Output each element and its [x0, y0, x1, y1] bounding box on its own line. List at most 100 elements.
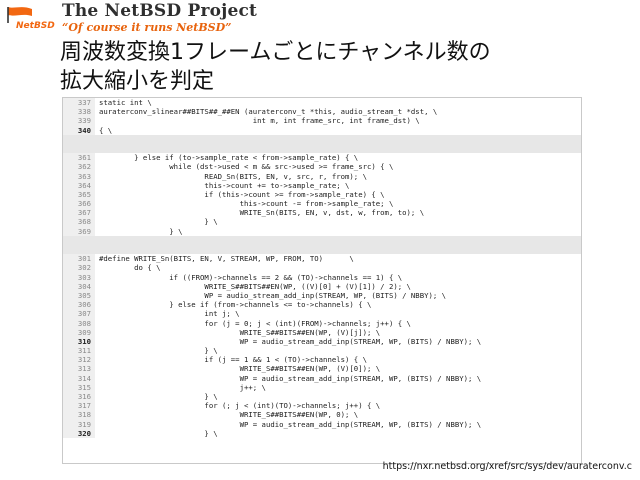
code-line: 302 do { \: [63, 263, 581, 273]
code-text: if (j == 1 && 1 < (TO)->channels) { \: [99, 355, 367, 365]
project-subtitle: “Of course it runs NetBSD”: [62, 21, 232, 34]
line-number[interactable]: 304: [63, 281, 95, 291]
line-number[interactable]: 311: [63, 346, 95, 356]
line-number[interactable]: 340: [63, 125, 95, 135]
line-number[interactable]: 303: [63, 272, 95, 282]
code-line: 340 { \: [63, 125, 581, 135]
code-text: WP = audio_stream_add_inp(STREAM, WP, (B…: [99, 336, 482, 346]
slide-title-line-2: 拡大縮小を判定: [60, 69, 215, 94]
line-number[interactable]: 317: [63, 401, 95, 411]
code-text: WRITE_S##BITS##EN(WP, (V)[0]); \: [99, 364, 381, 374]
line-number[interactable]: 365: [63, 189, 95, 200]
logo-text: NetBSD: [16, 21, 55, 31]
line-number[interactable]: 363: [63, 171, 95, 181]
code-line: 366 this->count -= from->sample_rate; \: [63, 199, 581, 209]
line-number[interactable]: 319: [63, 419, 95, 429]
line-number[interactable]: 305: [63, 290, 95, 301]
line-number[interactable]: 316: [63, 392, 95, 402]
code-line: 313 WRITE_S##BITS##EN(WP, (V)[0]); \: [63, 364, 581, 374]
code-line: 320 } \: [63, 428, 581, 438]
code-line: 303 if ((FROM)->channels == 2 && (TO)->c…: [63, 272, 581, 282]
code-text: READ_Sn(BITS, EN, v, src, r, from); \: [99, 171, 367, 181]
code-line: 301 #define WRITE_Sn(BITS, EN, V, STREAM,…: [63, 254, 581, 264]
line-number[interactable]: 361: [63, 153, 95, 163]
code-text: } \: [99, 392, 218, 401]
code-text: WRITE_Sn(BITS, EN, v, dst, w, from, to);…: [99, 208, 425, 218]
code-text: WP = audio_stream_add_inp(STREAM, WP, (B…: [99, 290, 447, 300]
code-listing: 337 static int \ 338 auraterconv_slinear##B…: [63, 98, 581, 438]
code-line: 369 } \: [63, 226, 581, 236]
code-text: if (this->count >= from->sample_rate) { …: [99, 189, 385, 199]
code-line: 338 auraterconv_slinear##BITS##_##EN (aur…: [63, 107, 581, 117]
line-number[interactable]: 366: [63, 199, 95, 209]
line-number[interactable]: 364: [63, 180, 95, 190]
line-number[interactable]: 369: [63, 226, 95, 236]
code-line: 337 static int \: [63, 98, 581, 108]
code-line: 368 } \: [63, 217, 581, 227]
source-code-panel: 337 static int \ 338 auraterconv_slinear##B…: [62, 97, 582, 464]
code-line: 363 READ_Sn(BITS, EN, v, src, r, from); …: [63, 171, 581, 181]
code-text: } else if (from->channels <= to->channel…: [99, 300, 372, 310]
line-number[interactable]: 302: [63, 263, 95, 273]
code-line: 309 WRITE_S##BITS##EN(WP, (V)[j]); \: [63, 327, 581, 337]
line-number[interactable]: 337: [63, 98, 95, 108]
code-text: j++; \: [99, 382, 266, 392]
code-text: } \: [99, 346, 218, 356]
code-line: 310 WP = audio_stream_add_inp(STREAM, WP…: [63, 336, 581, 347]
line-number[interactable]: 362: [63, 162, 95, 172]
line-number[interactable]: 338: [63, 107, 95, 117]
code-gap-row: [63, 245, 581, 255]
line-number[interactable]: 367: [63, 208, 95, 218]
slide-title: 周波数変換1フレームごとにチャンネル数の 拡大縮小を判定: [60, 38, 620, 96]
line-number[interactable]: 309: [63, 327, 95, 337]
code-text: for (j = 0; j < (int)(FROM)->channels; j…: [99, 318, 411, 328]
code-text: WP = audio_stream_add_inp(STREAM, WP, (B…: [99, 373, 482, 383]
code-line: 304 WRITE_S##BITS##EN(WP, ((V)[0] + (V)[…: [63, 281, 581, 291]
slide-header: NetBSD The NetBSD Project “Of course it …: [0, 0, 640, 36]
code-text: while (dst->used < m && src->used >= fra…: [99, 162, 394, 172]
code-gap-row: [63, 143, 581, 154]
code-text: } \: [99, 428, 218, 438]
code-text: { \: [99, 125, 113, 135]
code-line: 367 WRITE_Sn(BITS, EN, v, dst, w, from, …: [63, 208, 581, 218]
code-text: int m, int frame_src, int frame_dst) \: [99, 116, 420, 126]
code-line: 319 WP = audio_stream_add_inp(STREAM, WP…: [63, 419, 581, 429]
code-line: 318 WRITE_S##BITS##EN(WP, 0); \: [63, 410, 581, 420]
line-number[interactable]: 307: [63, 309, 95, 319]
line-number[interactable]: 310: [63, 336, 95, 347]
netbsd-logo: NetBSD: [6, 6, 62, 32]
code-text: WRITE_S##BITS##EN(WP, 0); \: [99, 410, 359, 420]
line-number[interactable]: 339: [63, 116, 95, 126]
code-line: 308 for (j = 0; j < (int)(FROM)->channel…: [63, 318, 581, 328]
line-number[interactable]: 368: [63, 217, 95, 227]
code-line: 361 } else if (to->sample_rate < from->s…: [63, 153, 581, 163]
code-line: 317 for (; j < (int)(TO)->channels; j++)…: [63, 401, 581, 411]
code-line: 307 int j; \: [63, 309, 581, 319]
line-number[interactable]: 314: [63, 373, 95, 383]
code-text: } \: [99, 226, 183, 236]
line-number[interactable]: 306: [63, 300, 95, 310]
code-text: this->count += to->sample_rate; \: [99, 180, 350, 190]
line-number[interactable]: 301: [63, 254, 95, 264]
line-number[interactable]: 315: [63, 382, 95, 392]
code-gap-row: [63, 235, 581, 245]
code-text: #define WRITE_Sn(BITS, EN, V, STREAM, WP…: [99, 254, 354, 264]
line-number[interactable]: 320: [63, 428, 95, 438]
code-text: this->count -= from->sample_rate; \: [99, 199, 394, 209]
code-line: 312 if (j == 1 && 1 < (TO)->channels) { …: [63, 355, 581, 365]
code-text: WRITE_S##BITS##EN(WP, ((V)[0] + (V)[1]) …: [99, 281, 411, 291]
line-number[interactable]: 318: [63, 410, 95, 420]
code-text: WP = audio_stream_add_inp(STREAM, WP, (B…: [99, 419, 482, 429]
line-number[interactable]: 308: [63, 318, 95, 328]
code-text: WRITE_S##BITS##EN(WP, (V)[j]); \: [99, 327, 381, 337]
line-number[interactable]: 312: [63, 355, 95, 365]
code-text: static int \: [99, 98, 152, 107]
code-text: auraterconv_slinear##BITS##_##EN (aurate…: [99, 107, 438, 117]
project-title: The NetBSD Project: [62, 1, 258, 21]
code-line: 364 this->count += to->sample_rate; \: [63, 180, 581, 190]
code-text: } \: [99, 217, 218, 227]
code-line: 314 WP = audio_stream_add_inp(STREAM, WP…: [63, 373, 581, 383]
line-number[interactable]: 313: [63, 364, 95, 374]
slide-title-line-1: 周波数変換1フレームごとにチャンネル数の: [60, 40, 491, 65]
source-url[interactable]: https://nxr.netbsd.org/xref/src/sys/dev/…: [383, 461, 632, 472]
